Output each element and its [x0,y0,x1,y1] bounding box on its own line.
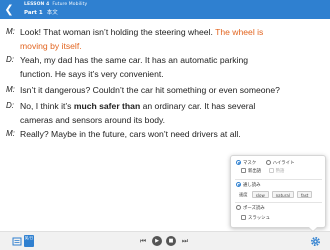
display-mode-row: マスク ハイライト [236,159,295,168]
settings-popup: マスク ハイライト 新出語 熟語 通し読み 速度 slow natural fa… [230,155,326,228]
dialog-text-segment: Really? Maybe in the future, cars won’t … [20,129,241,139]
dialog-text-segment: Isn’t it dangerous? Couldn’t the car hit… [20,85,280,95]
dialog-text-segment: function. He says it’s very convenient. [20,69,164,79]
speed-label: 速度 [239,192,248,197]
dialog-text-segment: an ordinary car. It has several [140,101,256,111]
lesson-title: Future Mobility [52,2,88,7]
divider [235,179,322,180]
new-words-label: 新出語 [248,169,262,174]
read-through-option[interactable]: 通し読み [236,181,261,190]
speed-natural-button[interactable]: natural [271,191,294,198]
next-icon[interactable]: ⏭ [180,236,190,246]
dialog-text-segment: cameras and sensors around its body. [20,115,166,125]
lesson-label: LESSON 4 Future Mobility [24,2,88,7]
mask-option[interactable]: マスク [236,159,257,166]
app-header: ❮ LESSON 4 Future Mobility Part 1 本文 [0,0,330,19]
pause-read-option[interactable]: ポーズ読み [236,204,265,213]
dialog-text-segment: No, I think it’s [20,101,74,111]
checkbox-icon[interactable] [268,167,274,173]
bold-phrase: much safer than [73,101,141,111]
dialog-text-segment: Look! That woman isn’t holding the steer… [20,27,216,37]
highlight-option[interactable]: ハイライト [265,159,295,166]
checkbox-icon[interactable] [241,214,246,220]
new-words-option[interactable]: 新出語 [241,167,262,174]
language-toggle-button[interactable]: 英/日 [24,235,34,247]
part-suffix: 本文 [46,10,58,16]
speed-slow-button[interactable]: slow [251,191,269,198]
radio-icon[interactable] [236,204,241,210]
pause-read-label: ポーズ読み [243,206,265,211]
radio-icon[interactable] [265,159,271,165]
highlight-label: ハイライト [272,161,295,166]
slash-option[interactable]: スラッシュ [241,214,270,223]
gear-icon[interactable] [309,235,322,248]
highlighted-text: moving by itself. [20,41,82,51]
speaker-label: D: [6,101,14,110]
dialog-text-segment: Yeah, my dad has the same car. It has an… [20,55,249,65]
speaker-label: M: [6,85,15,94]
mask-label: マスク [243,161,257,166]
word-options-row: 新出語 熟語 [241,167,285,176]
idiom-option[interactable]: 熟語 [268,167,285,174]
speaker-label: M: [6,27,15,36]
speed-row: 速度 slow natural fast [239,191,314,199]
speaker-label: D: [6,55,14,64]
highlighted-text: The wheel is [215,27,264,37]
document-icon[interactable] [12,236,22,247]
play-icon[interactable]: ▶ [152,236,162,246]
divider [235,202,322,203]
back-arrow-icon[interactable]: ❮ [3,2,15,17]
stop-icon[interactable]: ■ [166,236,176,246]
read-through-label: 通し読み [243,183,261,188]
idiom-label: 熟語 [275,169,285,174]
checkbox-icon[interactable] [241,167,246,173]
previous-icon[interactable]: ⏮ [138,236,148,246]
part-title: Part 1 本文 [24,10,58,16]
radio-icon[interactable] [236,159,241,165]
speed-fast-button[interactable]: fast [296,191,313,198]
radio-icon[interactable] [236,181,241,187]
speaker-label: M: [6,129,15,138]
slash-label: スラッシュ [248,216,270,221]
bottom-toolbar: 英/日 ⏮ ▶ ■ ⏭ [0,231,330,250]
